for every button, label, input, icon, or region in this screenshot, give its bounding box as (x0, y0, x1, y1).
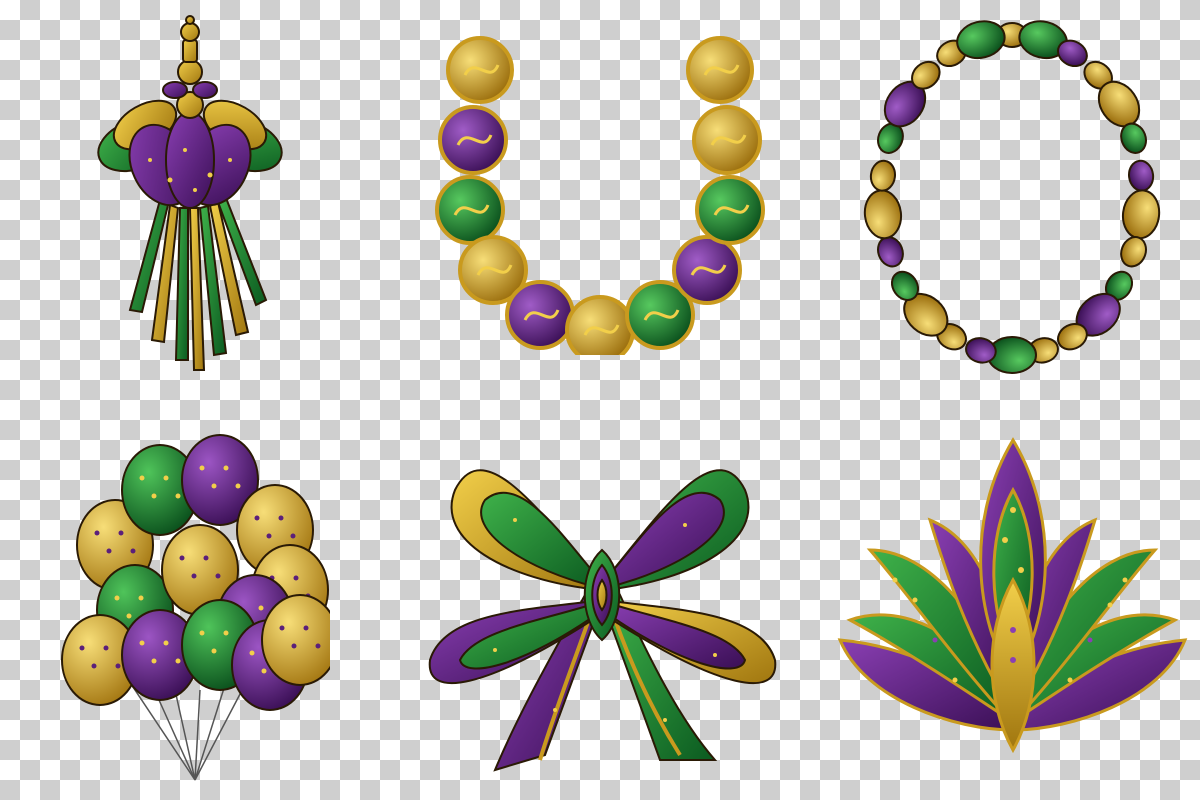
balloon-dot (254, 515, 260, 521)
balloon-dot (126, 613, 132, 619)
balloon-dot (130, 548, 136, 554)
balloon-dot (106, 548, 112, 554)
balloon-dot (291, 643, 297, 649)
balloon-dot (303, 625, 309, 631)
balloon-dot (114, 595, 120, 601)
balloon-dot (151, 493, 157, 499)
balloon-dot (211, 648, 217, 654)
balloon-dot (249, 650, 255, 656)
balloon-dot (203, 555, 209, 561)
balloon-dot (151, 658, 157, 664)
balloon-dot (315, 643, 321, 649)
balloon-dot (118, 530, 124, 536)
balloon-bunch-illustration (61, 434, 330, 781)
bead (1128, 159, 1155, 192)
balloon-dot (223, 630, 229, 636)
bead-necklace-illustration (863, 20, 1161, 374)
bead (565, 295, 635, 355)
balloon-dot (163, 475, 169, 481)
balloon-dot (266, 533, 272, 539)
balloon-dot (293, 575, 299, 581)
balloon-dot (103, 645, 109, 651)
balloon-dot (279, 625, 285, 631)
lotus-mask-illustration (837, 437, 1188, 754)
balloon-dot (235, 483, 241, 489)
balloon-dot (138, 595, 144, 601)
ribbon-bow-illustration (428, 469, 777, 772)
balloon-dot (199, 465, 205, 471)
bead (1120, 236, 1147, 268)
balloon-dot (163, 640, 169, 646)
balloon-dot (79, 645, 85, 651)
bead (877, 236, 904, 268)
balloon-dot (278, 515, 284, 521)
tassel-ornament-illustration (97, 15, 283, 371)
balloon-dot (290, 533, 296, 539)
balloon-dot (94, 530, 100, 536)
transparent-checkerboard-background (0, 0, 1200, 800)
balloon-dot (223, 465, 229, 471)
balloon-dot (258, 605, 264, 611)
balloon-dot (115, 663, 121, 669)
balloon-dot (139, 640, 145, 646)
balloon-dot (91, 663, 97, 669)
balloon-dot (215, 573, 221, 579)
balloon (261, 594, 330, 686)
bead (863, 189, 903, 240)
balloon-dot (139, 475, 145, 481)
balloon-dot (191, 573, 197, 579)
balloon-dot (261, 668, 267, 674)
balloon-dot (175, 658, 181, 664)
balloon-dot (179, 555, 185, 561)
balloon-dot (211, 483, 217, 489)
balloon-dot (175, 493, 181, 499)
bead (1121, 189, 1161, 240)
balloon-dot (199, 630, 205, 636)
bead-horseshoe-illustration (435, 36, 765, 355)
bead (869, 159, 896, 192)
